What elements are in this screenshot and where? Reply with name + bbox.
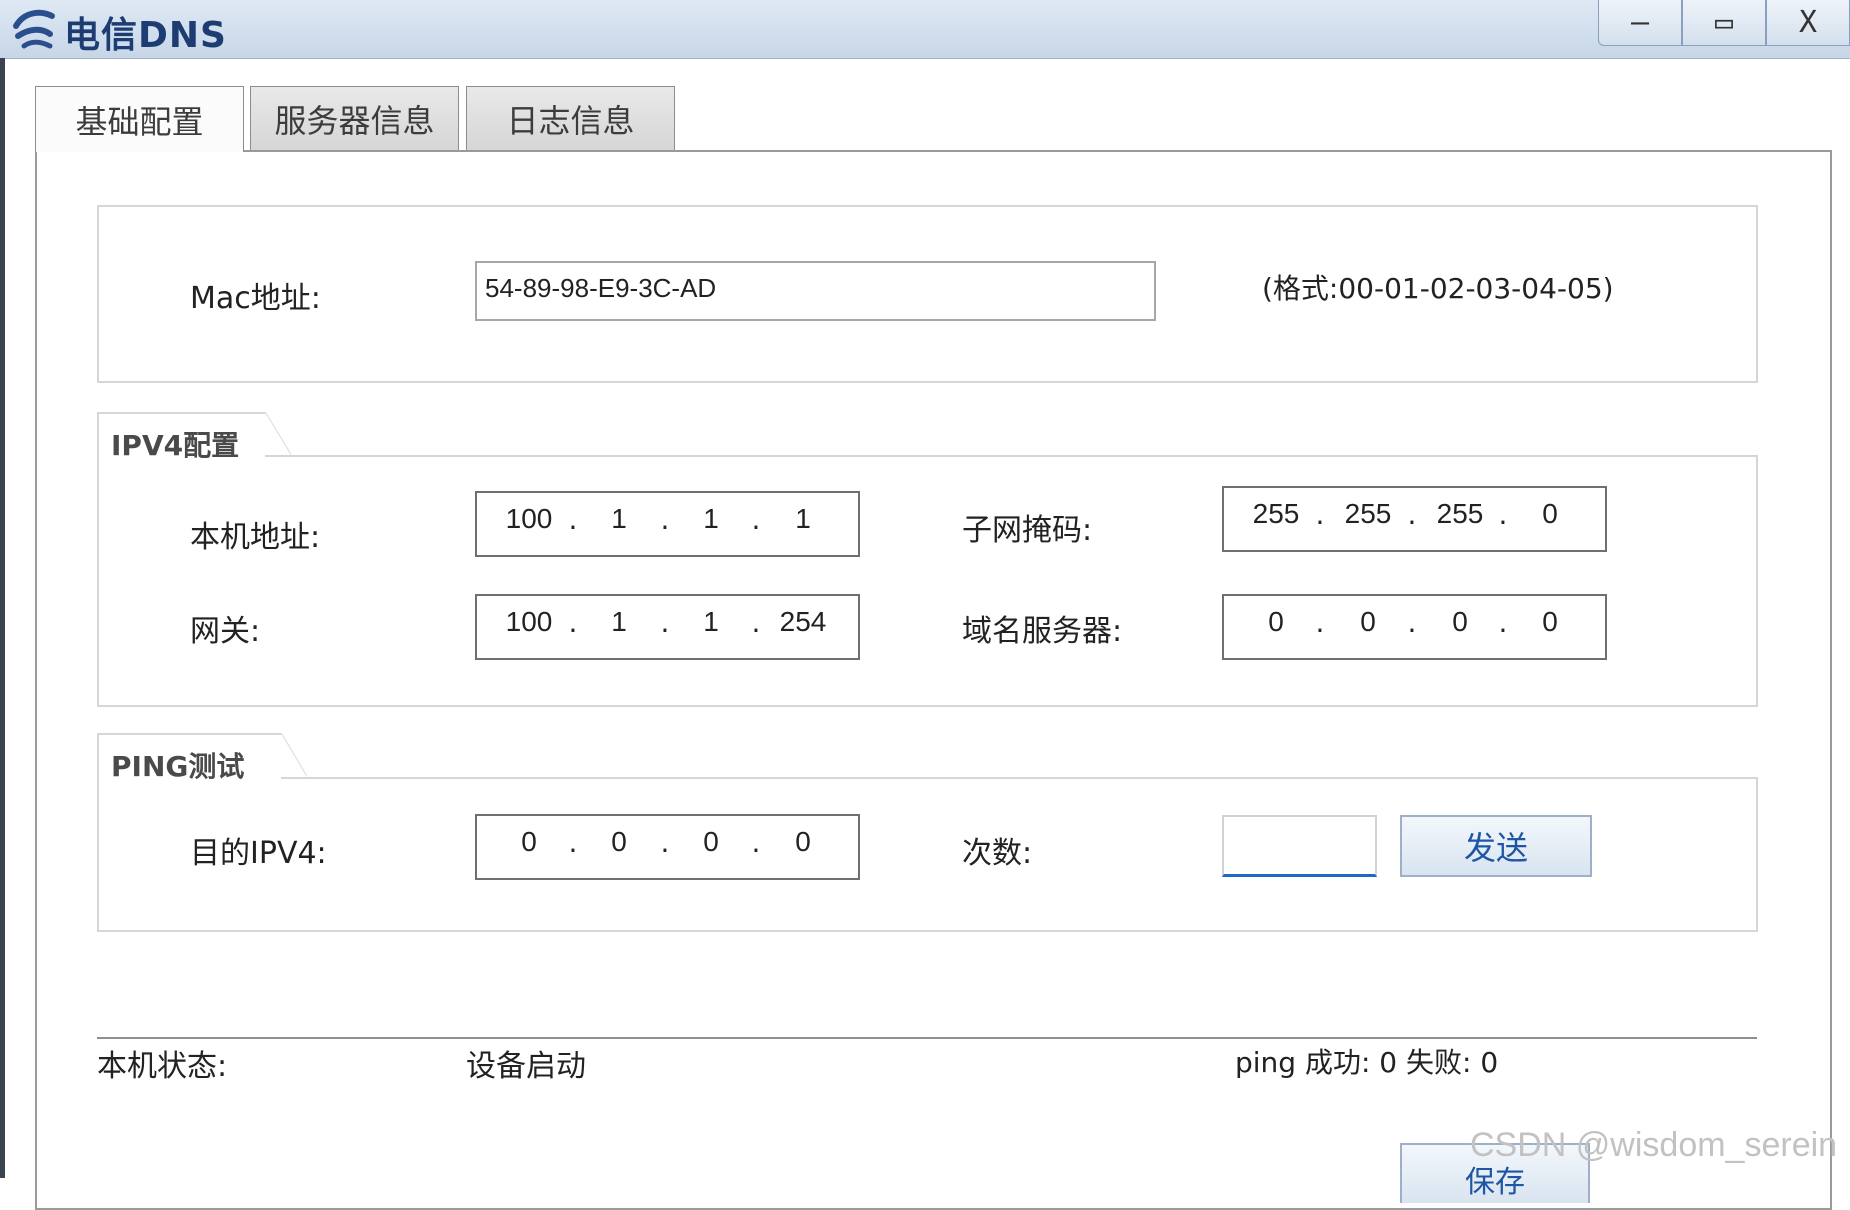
minimize-button[interactable]: — — [1598, 0, 1682, 46]
title-bar: 电信DNS — ▭ X — [0, 0, 1850, 59]
dest-ip-input[interactable]: 0 . 0 . 0 . 0 — [475, 814, 860, 880]
local-ip-input[interactable]: 100 . 1 . 1 . 1 — [475, 491, 860, 557]
maximize-button[interactable]: ▭ — [1682, 0, 1766, 46]
ip-octet[interactable]: 100 — [501, 503, 557, 535]
status-label: 本机状态: — [97, 1049, 228, 1084]
ip-octet[interactable]: 1 — [775, 503, 831, 535]
ip-dot: . — [568, 826, 578, 859]
subnet-mask-input[interactable]: 255 . 255 . 255 . 0 — [1222, 486, 1607, 552]
ip-octet[interactable]: 0 — [1248, 606, 1304, 638]
ip-dot: . — [568, 606, 578, 639]
tab-log-info[interactable]: 日志信息 — [466, 86, 675, 150]
ip-dot: . — [660, 826, 670, 859]
ip-octet[interactable]: 255 — [1340, 498, 1396, 530]
ip-octet[interactable]: 255 — [1248, 498, 1304, 530]
ip-octet[interactable]: 1 — [683, 503, 739, 535]
ip-dot: . — [751, 826, 761, 859]
ipv4-group-title: IPV4配置 — [97, 412, 291, 462]
app-icon — [13, 9, 55, 49]
dns-server-label: 域名服务器: — [962, 614, 1123, 649]
gateway-input[interactable]: 100 . 1 . 1 . 254 — [475, 594, 860, 660]
ip-dot: . — [660, 503, 670, 536]
ip-dot: . — [751, 606, 761, 639]
ip-dot: . — [1498, 498, 1508, 531]
mac-input[interactable]: 54-89-98-E9-3C-AD — [475, 261, 1156, 321]
ip-octet[interactable]: 0 — [1432, 606, 1488, 638]
ip-octet[interactable]: 1 — [683, 606, 739, 638]
ip-octet[interactable]: 100 — [501, 606, 557, 638]
ip-octet[interactable]: 0 — [591, 826, 647, 858]
subnet-mask-label: 子网掩码: — [962, 513, 1093, 548]
ip-dot: . — [1315, 606, 1325, 639]
tab-server-info[interactable]: 服务器信息 — [250, 86, 459, 150]
mac-format-hint: (格式:00-01-02-03-04-05) — [1262, 272, 1614, 305]
ping-result: ping 成功: 0 失败: 0 — [1235, 1046, 1499, 1079]
mac-label: Mac地址: — [190, 281, 321, 316]
ip-dot: . — [1315, 498, 1325, 531]
status-value: 设备启动 — [466, 1049, 586, 1084]
ping-count-input[interactable] — [1222, 815, 1377, 877]
watermark: CSDN @wisdom_serein — [1470, 1126, 1838, 1164]
ip-dot: . — [751, 503, 761, 536]
ip-octet[interactable]: 254 — [775, 606, 831, 638]
ip-octet[interactable]: 0 — [1522, 498, 1578, 530]
ip-octet[interactable]: 1 — [591, 606, 647, 638]
ip-octet[interactable]: 0 — [775, 826, 831, 858]
window-controls: — ▭ X — [1598, 0, 1850, 46]
gateway-label: 网关: — [190, 614, 261, 649]
window-title: 电信DNS — [64, 15, 227, 56]
ip-dot: . — [1407, 606, 1417, 639]
ip-octet[interactable]: 0 — [683, 826, 739, 858]
ip-octet[interactable]: 0 — [1522, 606, 1578, 638]
ip-octet[interactable]: 0 — [501, 826, 557, 858]
status-divider — [97, 1037, 1757, 1039]
ip-octet[interactable]: 1 — [591, 503, 647, 535]
ping-count-label: 次数: — [962, 836, 1033, 871]
ip-dot: . — [1407, 498, 1417, 531]
ip-octet[interactable]: 255 — [1432, 498, 1488, 530]
window-left-border — [0, 58, 5, 1178]
ip-dot: . — [660, 606, 670, 639]
ip-octet[interactable]: 0 — [1340, 606, 1396, 638]
close-button[interactable]: X — [1766, 0, 1850, 46]
dest-ip-label: 目的IPV4: — [190, 836, 327, 871]
ping-group-title: PING测试 — [97, 733, 307, 783]
ip-dot: . — [568, 503, 578, 536]
dns-server-input[interactable]: 0 . 0 . 0 . 0 — [1222, 594, 1607, 660]
local-ip-label: 本机地址: — [190, 520, 321, 555]
ip-dot: . — [1498, 606, 1508, 639]
tab-basic-config[interactable]: 基础配置 — [35, 86, 244, 152]
send-button[interactable]: 发送 — [1400, 815, 1592, 877]
